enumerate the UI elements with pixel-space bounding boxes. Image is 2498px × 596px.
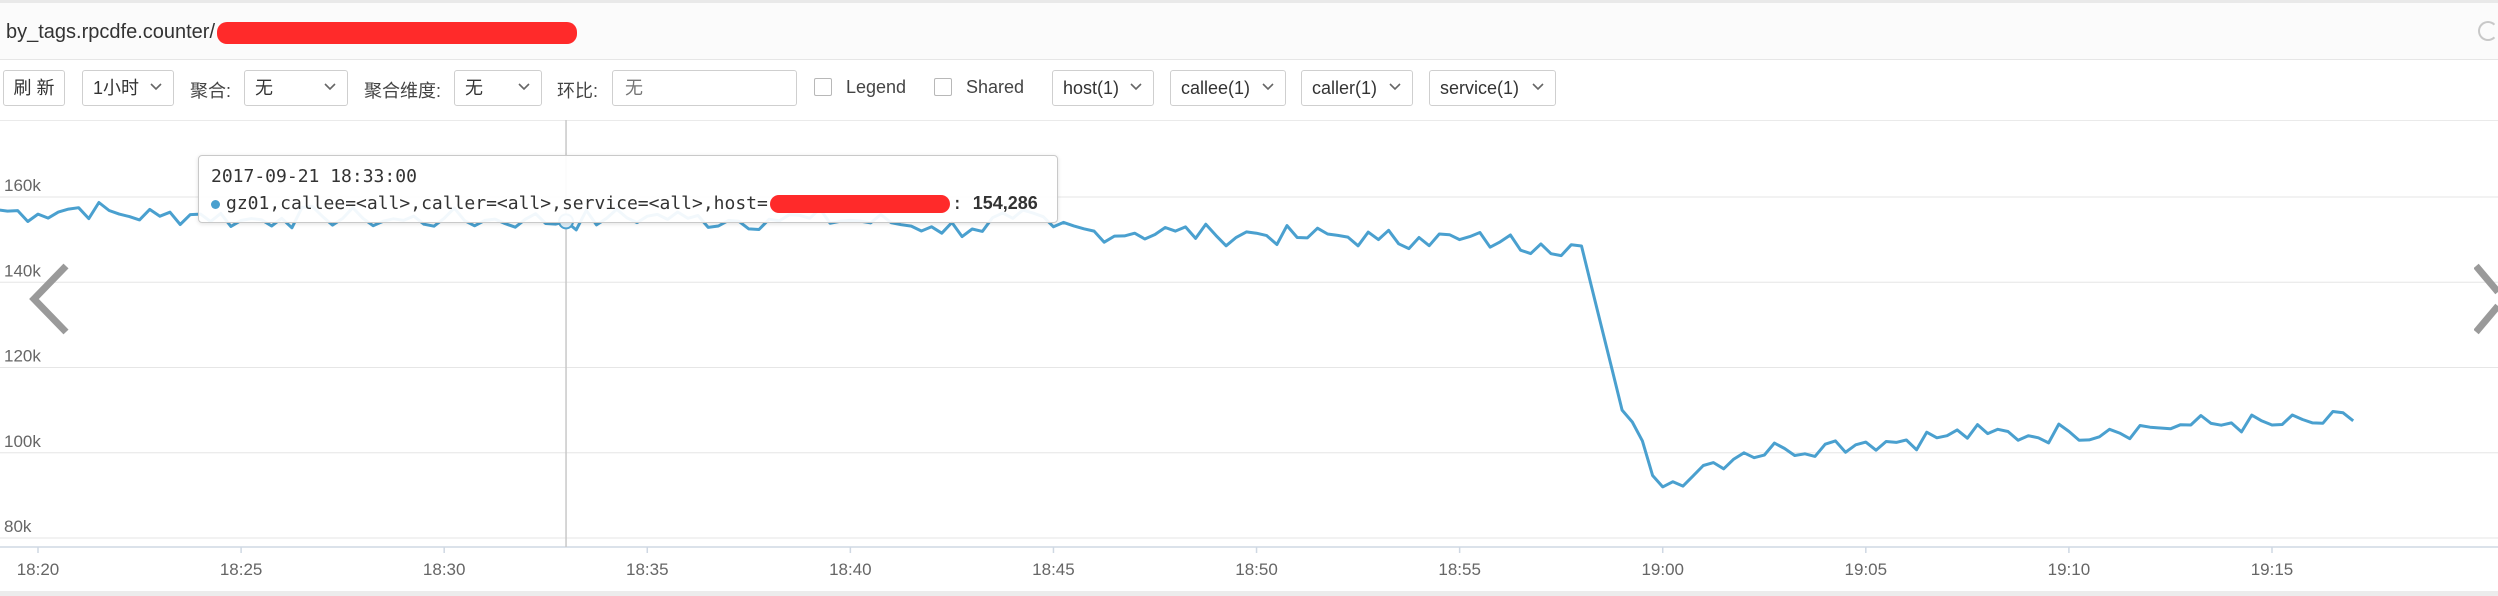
aggregate-select[interactable]: 无	[244, 70, 348, 106]
filter-caller-select[interactable]: caller(1)	[1301, 70, 1413, 106]
chevron-down-icon	[1130, 83, 1142, 91]
series-color-dot	[211, 199, 220, 209]
bottom-divider	[0, 591, 2498, 596]
chevron-down-icon	[324, 83, 336, 91]
x-tick-label: 19:00	[1641, 560, 1684, 579]
tooltip-value: 154,286	[972, 193, 1038, 213]
aggregate-dimension-value: 无	[465, 78, 483, 98]
tooltip-series-row: gz01,callee=<all>,caller=<all>,service=<…	[211, 193, 1045, 214]
tooltip-series-name: gz01,callee=<all>,caller=<all>,service=<…	[226, 193, 768, 214]
chevron-down-icon	[1532, 83, 1544, 91]
x-tick-label: 18:35	[626, 560, 669, 579]
loading-icon	[2478, 21, 2498, 41]
filter-host-select[interactable]: host(1)	[1052, 70, 1154, 106]
chevron-down-icon	[518, 83, 530, 91]
x-tick-label: 18:45	[1032, 560, 1075, 579]
chevron-right-icon[interactable]	[2474, 262, 2498, 336]
shared-checkbox-label: Shared	[966, 77, 1025, 97]
y-axis: 80k100k120k140k160k	[4, 176, 41, 536]
time-range-value: 1小时	[93, 78, 140, 98]
series-line[interactable]	[0, 201, 2355, 489]
refresh-button[interactable]: 刷 新	[3, 70, 65, 106]
compare-input[interactable]	[612, 70, 797, 106]
tooltip-series-suffix: :	[951, 193, 963, 214]
chart-tooltip: 2017-09-21 18:33:00 gz01,callee=<all>,ca…	[198, 155, 1058, 223]
y-tick-label: 120k	[4, 347, 41, 366]
y-tick-label: 160k	[4, 176, 41, 195]
x-axis: 18:20 18:25 18:30 18:35 18:40 18:45 18:50 18:55…	[0, 546, 2498, 579]
x-tick-label: 18:50	[1235, 560, 1278, 579]
x-tick-label: 18:30	[423, 560, 466, 579]
filter-caller-label: caller(1)	[1312, 78, 1378, 98]
tooltip-time: 2017-09-21 18:33:00	[211, 166, 417, 187]
x-tick-label: 19:10	[2048, 560, 2091, 579]
x-tick-label: 18:20	[17, 560, 60, 579]
chevron-down-icon	[1389, 83, 1401, 91]
x-tick-label: 18:25	[220, 560, 263, 579]
shared-checkbox[interactable]	[934, 78, 952, 96]
legend-checkbox[interactable]	[814, 78, 832, 96]
grid-lines	[0, 196, 2498, 539]
redaction-mark	[217, 21, 578, 44]
x-tick-label: 19:05	[1845, 560, 1888, 579]
panel-header: by_tags.rpcdfe.counter/	[0, 3, 2498, 60]
metric-panel: by_tags.rpcdfe.counter/ 刷 新 1小时 聚合: 无 聚合…	[0, 0, 2498, 596]
chevron-left-icon[interactable]	[28, 262, 72, 336]
filter-service-label: service(1)	[1440, 78, 1520, 98]
filter-callee-label: callee(1)	[1181, 78, 1251, 98]
series-layer	[0, 201, 2355, 489]
aggregate-value: 无	[255, 78, 273, 98]
panel-title-text: by_tags.rpcdfe.counter/	[6, 21, 216, 43]
chevron-down-icon	[150, 83, 162, 91]
redaction-mark	[769, 195, 950, 213]
filter-host-label: host(1)	[1063, 78, 1120, 98]
legend-checkbox-label: Legend	[846, 77, 907, 97]
x-tick-label: 19:15	[2251, 560, 2294, 579]
x-tick-label: 18:40	[829, 560, 872, 579]
aggregate-dimension-label: 聚合维度:	[364, 81, 442, 101]
y-tick-label: 80k	[4, 517, 32, 536]
panel-toolbar: 刷 新 1小时 聚合: 无 聚合维度: 无 环比: Legend Shared …	[0, 60, 2498, 121]
chevron-down-icon	[1262, 83, 1274, 91]
x-tick-label: 18:55	[1438, 560, 1481, 579]
aggregate-dimension-select[interactable]: 无	[454, 70, 542, 106]
filter-callee-select[interactable]: callee(1)	[1170, 70, 1286, 106]
compare-label: 环比:	[557, 81, 599, 101]
refresh-button-label: 刷 新	[13, 78, 55, 98]
filter-service-select[interactable]: service(1)	[1429, 70, 1556, 106]
aggregate-label: 聚合:	[190, 81, 232, 101]
time-range-select[interactable]: 1小时	[82, 70, 174, 106]
panel-title: by_tags.rpcdfe.counter/	[6, 21, 578, 44]
y-tick-label: 100k	[4, 432, 41, 451]
